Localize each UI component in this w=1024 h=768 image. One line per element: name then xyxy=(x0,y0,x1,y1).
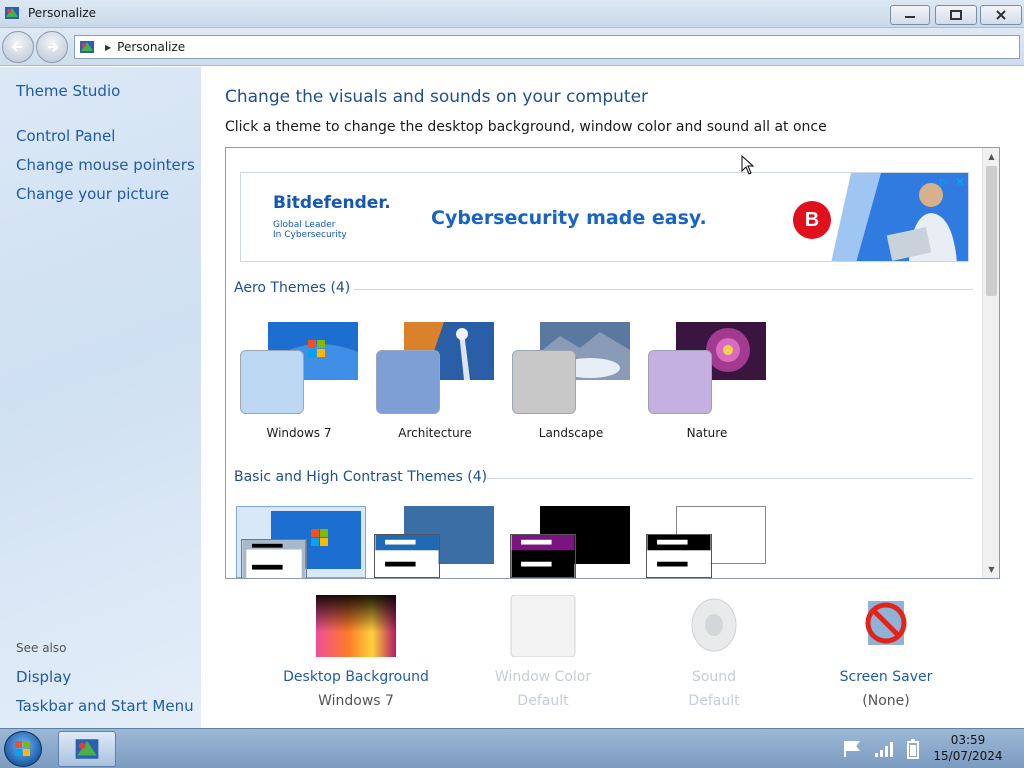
battery-icon[interactable] xyxy=(906,739,920,759)
personalize-app-icon xyxy=(75,739,99,759)
personalize-app-icon xyxy=(5,7,19,19)
theme-high-contrast-white[interactable] xyxy=(642,506,772,578)
sidebar: Theme Studio Control Panel Change mouse … xyxy=(0,67,201,728)
windows-logo-icon xyxy=(15,741,30,756)
theme-color-swatch xyxy=(512,350,576,414)
sidebar-link-control-panel[interactable]: Control Panel xyxy=(16,127,115,145)
desktop-background-setting[interactable]: Desktop Background Windows 7 xyxy=(281,595,431,715)
sidebar-link-change-mouse-pointers[interactable]: Change mouse pointers xyxy=(16,156,195,174)
address-bar[interactable]: ▶ Personalize xyxy=(74,35,1020,59)
window-title: Personalize xyxy=(28,6,97,20)
screen-saver-icon xyxy=(865,601,907,645)
page-title: Change the visuals and sounds on your co… xyxy=(225,87,649,107)
theme-window-preview xyxy=(646,534,712,578)
group-label-aero: Aero Themes (4) xyxy=(234,280,351,296)
sidebar-link-change-your-picture[interactable]: Change your picture xyxy=(16,185,169,203)
taskbar: 03:59 15/07/2024 xyxy=(0,728,1024,768)
theme-window-preview xyxy=(241,539,307,578)
desktop-background-icon xyxy=(316,595,396,657)
window-color-icon xyxy=(510,595,576,657)
theme-nature[interactable]: Nature xyxy=(642,322,772,452)
network-signal-icon[interactable] xyxy=(874,739,896,759)
theme-color-swatch xyxy=(240,350,304,414)
scroll-up-icon[interactable]: ▲ xyxy=(983,148,999,165)
window-color-setting: Window Color Default xyxy=(468,595,618,715)
theme-list[interactable]: Bitdefender. Global Leader In Cybersecur… xyxy=(225,147,1000,579)
clock-time: 03:59 xyxy=(950,733,986,747)
theme-architecture[interactable]: Architecture xyxy=(370,322,500,452)
theme-name: Windows 7 xyxy=(266,426,332,440)
theme-color-swatch xyxy=(648,350,712,414)
clock-date: 15/07/2024 xyxy=(933,749,1003,763)
navigation-bar: ▶ Personalize xyxy=(0,28,1024,66)
scroll-thumb[interactable] xyxy=(986,166,997,296)
setting-label: Sound xyxy=(691,669,737,685)
setting-value: Default xyxy=(517,693,569,709)
title-bar: Personalize xyxy=(0,0,1024,28)
setting-label: Window Color xyxy=(494,669,592,685)
setting-value: Default xyxy=(688,693,740,709)
main-content: Change the visuals and sounds on your co… xyxy=(201,67,1024,728)
group-divider xyxy=(354,289,973,290)
back-button[interactable] xyxy=(2,31,34,63)
theme-name: Landscape xyxy=(538,426,604,440)
taskbar-item-personalize[interactable] xyxy=(58,731,116,767)
scroll-down-icon[interactable]: ▼ xyxy=(983,561,999,578)
advertisement-banner[interactable]: Bitdefender. Global Leader In Cybersecur… xyxy=(240,172,969,262)
theme-color-swatch xyxy=(376,350,440,414)
back-arrow-icon xyxy=(11,42,22,52)
breadcrumb-arrow-icon[interactable]: ▶ xyxy=(105,43,111,52)
sound-setting: Sound Default xyxy=(639,595,789,715)
maximize-button[interactable] xyxy=(935,5,977,25)
ad-logo-icon: B xyxy=(793,201,831,239)
forward-button[interactable] xyxy=(36,31,68,63)
theme-windows-classic[interactable] xyxy=(370,506,500,578)
see-also-label: See also xyxy=(16,641,67,655)
theme-high-contrast-1[interactable] xyxy=(506,506,636,578)
scrollbar[interactable]: ▲ ▼ xyxy=(982,148,999,578)
minimize-button[interactable] xyxy=(890,5,930,25)
theme-window-preview xyxy=(374,534,440,578)
ad-tagline: In Cybersecurity xyxy=(273,230,347,240)
forward-arrow-icon xyxy=(48,42,59,52)
restore-icon xyxy=(950,10,962,20)
speaker-icon xyxy=(691,598,737,652)
screen-saver-setting[interactable]: Screen Saver (None) xyxy=(811,595,961,715)
ad-headline[interactable]: Cybersecurity made easy. xyxy=(431,207,707,229)
ad-tagline: Global Leader xyxy=(273,220,336,230)
ad-choices-icon[interactable]: ▷ xyxy=(937,175,951,189)
theme-landscape[interactable]: Landscape xyxy=(506,322,636,452)
theme-window-preview xyxy=(510,534,576,578)
group-label-basic: Basic and High Contrast Themes (4) xyxy=(234,469,488,485)
theme-name: Nature xyxy=(686,426,728,440)
sidebar-link-taskbar-start-menu[interactable]: Taskbar and Start Menu xyxy=(16,697,194,715)
page-subtitle: Click a theme to change the desktop back… xyxy=(225,119,827,135)
start-button[interactable] xyxy=(4,731,42,767)
sidebar-link-display[interactable]: Display xyxy=(16,668,71,686)
close-button[interactable] xyxy=(980,5,1022,25)
sidebar-link-theme-studio[interactable]: Theme Studio xyxy=(16,82,120,100)
theme-windows-7[interactable]: Windows 7 xyxy=(234,322,364,452)
personalize-app-icon xyxy=(80,41,94,53)
ad-close-icon[interactable]: ✕ xyxy=(953,175,967,189)
taskbar-clock[interactable]: 03:59 15/07/2024 xyxy=(920,732,1016,764)
setting-value: (None) xyxy=(862,693,910,709)
setting-value: Windows 7 xyxy=(318,693,394,709)
action-center-flag-icon[interactable] xyxy=(842,739,862,759)
setting-label[interactable]: Desktop Background xyxy=(281,669,431,685)
mouse-cursor-icon xyxy=(741,155,755,175)
minimize-icon xyxy=(905,16,915,18)
close-icon xyxy=(996,10,1006,20)
theme-name: Architecture xyxy=(398,426,472,440)
group-divider xyxy=(487,478,973,479)
breadcrumb[interactable]: Personalize xyxy=(117,40,185,54)
setting-label[interactable]: Screen Saver xyxy=(811,669,961,685)
theme-windows-7-basic[interactable] xyxy=(236,506,366,578)
ad-brand: Bitdefender. xyxy=(273,193,391,213)
